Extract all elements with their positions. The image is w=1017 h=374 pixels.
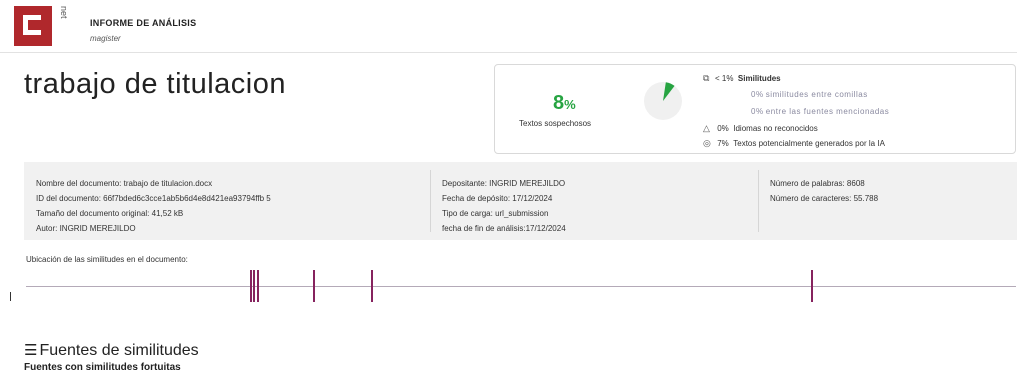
document-title: trabajo de titulacion xyxy=(24,68,286,100)
report-header: net INFORME DE ANÁLISIS magister xyxy=(0,0,1017,53)
info-depositor: Depositante: INGRID MEREJILDO xyxy=(442,179,566,188)
metric-ia-label: Textos potencialmente generados por la I… xyxy=(733,139,885,148)
document-info-panel: Nombre del documento: trabajo de titulac… xyxy=(24,162,1017,240)
sources-section-title: ☰ Fuentes de similitudes xyxy=(24,341,199,360)
metric-comillas-value: 0% xyxy=(751,90,764,99)
info-divider xyxy=(430,170,431,232)
suspicious-percent-value: 8 xyxy=(553,92,565,114)
similarity-mark[interactable] xyxy=(252,270,255,302)
metric-similitudes: ⧉ < 1% Similitudes xyxy=(703,73,781,84)
info-document-name: Nombre del documento: trabajo de titulac… xyxy=(36,179,213,188)
sources-subtitle: Fuentes con similitudes fortuitas xyxy=(24,362,181,373)
similarity-mark[interactable] xyxy=(811,270,814,302)
report-subtitle: magister xyxy=(90,34,121,43)
compilatio-logo xyxy=(14,6,52,46)
metric-fuentes-mencionadas: 0% entre las fuentes mencionadas xyxy=(751,107,889,116)
sources-title-text: Fuentes de similitudes xyxy=(39,342,199,359)
suspicious-percent: 8% xyxy=(553,92,576,115)
info-column-document: Nombre del documento: trabajo de titulac… xyxy=(36,176,271,236)
info-column-counts: Número de palabras: 8608 Número de carac… xyxy=(770,176,878,206)
info-deposit-date: Fecha de depósito: 17/12/2024 xyxy=(442,194,553,203)
text-cursor xyxy=(10,292,11,301)
similarity-location-track xyxy=(26,286,1016,287)
info-divider xyxy=(758,170,759,232)
metric-similitudes-label: Similitudes xyxy=(737,74,781,83)
info-upload-type: Tipo de carga: url_submission xyxy=(442,209,549,218)
metric-ia: ◎ 7% Textos potencialmente generados por… xyxy=(703,138,885,149)
metric-similitudes-value: < 1% xyxy=(715,74,734,83)
report-title: INFORME DE ANÁLISIS xyxy=(90,18,197,28)
metric-ia-value: 7% xyxy=(717,139,729,148)
info-character-count: Número de caracteres: 55.788 xyxy=(770,194,879,203)
metric-comillas-label: similitudes entre comillas xyxy=(765,90,868,99)
warning-icon: △ xyxy=(703,123,710,133)
info-column-deposit: Depositante: INGRID MEREJILDO Fecha de d… xyxy=(442,176,566,236)
info-analysis-end-date: fecha de fin de análisis:17/12/2024 xyxy=(442,224,566,233)
summary-card: 8% Textos sospechosos ⧉ < 1% Similitudes … xyxy=(494,64,1016,154)
info-document-size: Tamaño del documento original: 41,52 kB xyxy=(36,209,184,218)
suspicious-label: Textos sospechosos xyxy=(519,119,592,128)
metric-idiomas-label: Idiomas no reconocidos xyxy=(733,124,818,133)
similarity-mark[interactable] xyxy=(313,270,316,302)
metric-comillas: 0% similitudes entre comillas xyxy=(751,90,868,99)
info-word-count: Número de palabras: 8608 xyxy=(770,179,865,188)
list-icon: ☰ xyxy=(24,342,38,359)
similarity-donut-chart xyxy=(644,82,682,120)
ai-icon: ◎ xyxy=(703,138,711,148)
metric-idiomas: △ 0% Idiomas no reconocidos xyxy=(703,123,818,134)
metric-fuentes-value: 0% xyxy=(751,107,764,116)
similarity-mark[interactable] xyxy=(256,270,259,302)
suspicious-percent-sign: % xyxy=(564,97,576,112)
metric-fuentes-label: entre las fuentes mencionadas xyxy=(765,107,890,116)
logo-c-shape xyxy=(23,15,41,35)
logo-net-text: net xyxy=(58,4,72,48)
copy-icon: ⧉ xyxy=(703,73,710,83)
metric-idiomas-value: 0% xyxy=(717,124,729,133)
similarity-location-label: Ubicación de las similitudes en el docum… xyxy=(26,255,188,264)
similarity-mark[interactable] xyxy=(249,270,252,302)
similarity-mark[interactable] xyxy=(370,270,373,302)
logo-net-label: net xyxy=(59,6,69,19)
info-document-id: ID del documento: 66f7bded6c3cce1ab5b6d4… xyxy=(36,194,271,203)
info-author: Autor: INGRID MEREJILDO xyxy=(36,224,136,233)
